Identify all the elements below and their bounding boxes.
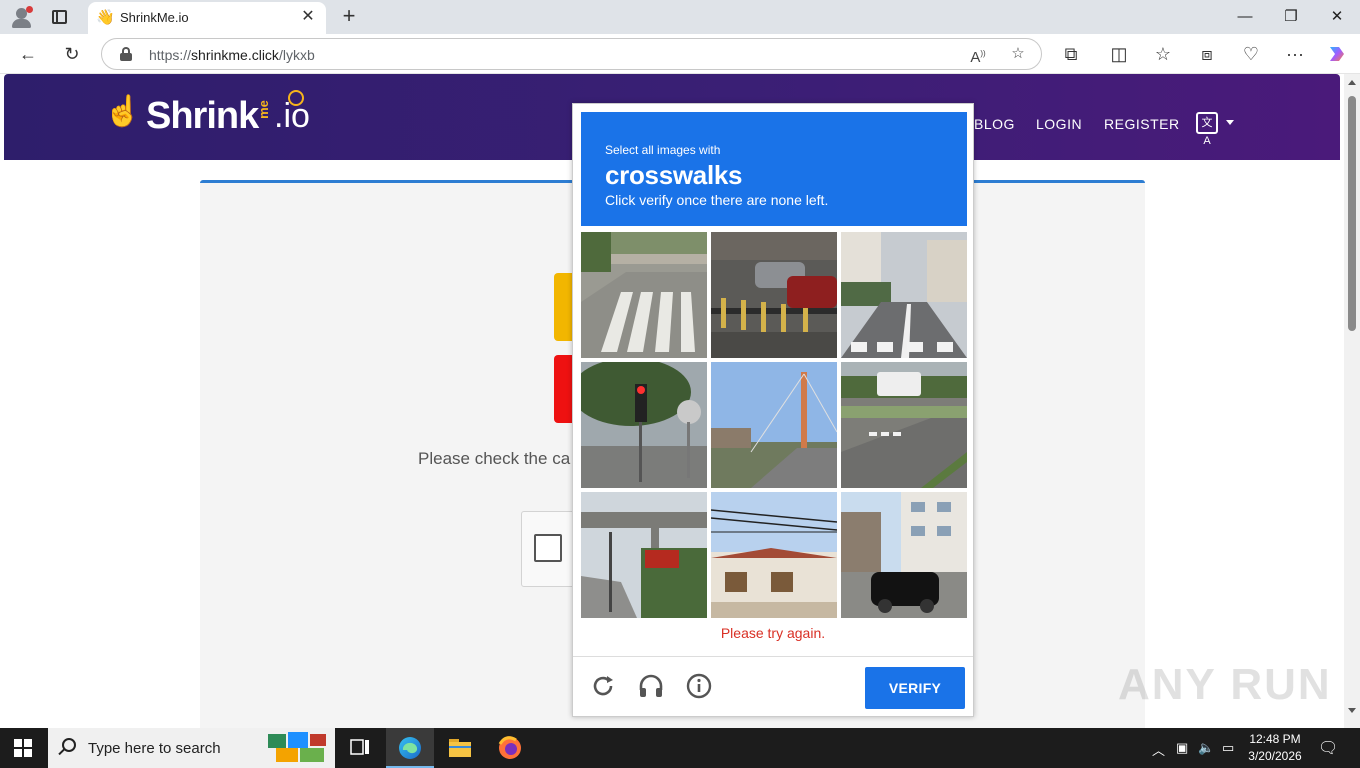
clock-date[interactable]: 3/20/2026: [1246, 749, 1304, 763]
url-text: https://shrinkme.click/lykxb: [149, 47, 315, 63]
minimize-icon[interactable]: —: [1222, 4, 1268, 30]
recaptcha-checkbox[interactable]: [534, 534, 562, 562]
search-placeholder: Type here to search: [88, 740, 221, 757]
extensions-icon[interactable]: ⧉: [1057, 40, 1085, 68]
chevron-up-icon[interactable]: ︿: [1152, 740, 1165, 759]
tab-close-icon[interactable]: ✕: [298, 7, 318, 27]
captcha-header: Select all images with crosswalks Click …: [581, 112, 967, 226]
captcha-tile-1[interactable]: [581, 232, 707, 358]
profile-icon[interactable]: [10, 6, 34, 28]
page-scrollbar[interactable]: [1344, 74, 1360, 728]
anyrun-watermark: ANY RUN: [1118, 660, 1332, 709]
browser-tab-bar: 👋 ShrinkMe.io ✕ + — ❐ ✕: [0, 0, 1360, 34]
search-icon: [62, 738, 76, 752]
captcha-tile-9[interactable]: [841, 492, 967, 618]
captcha-tile-5[interactable]: [711, 362, 837, 488]
firefox-icon[interactable]: [486, 728, 534, 768]
browser-tab[interactable]: 👋 ShrinkMe.io ✕: [88, 2, 326, 34]
check-captcha-text: Please check the ca: [418, 449, 571, 468]
search-highlight-icon: [268, 732, 328, 764]
captcha-tile-4[interactable]: [581, 362, 707, 488]
captcha-target: crosswalks: [605, 160, 743, 190]
pointing-hand-icon: ☝: [104, 95, 142, 128]
restore-icon[interactable]: ❐: [1268, 4, 1314, 30]
taskbar-search-box[interactable]: Type here to search: [48, 728, 335, 768]
windows-start-icon[interactable]: [14, 739, 32, 757]
captcha-tile-6[interactable]: [841, 362, 967, 488]
new-tab-icon[interactable]: +: [338, 4, 360, 28]
nav-blog-link[interactable]: BLOG: [974, 116, 1015, 132]
favorites-icon[interactable]: ☆: [1149, 40, 1177, 68]
split-screen-icon[interactable]: ◫: [1105, 40, 1133, 68]
network-icon[interactable]: ▭: [1222, 740, 1234, 756]
collections-icon[interactable]: ⧈: [1193, 40, 1221, 68]
tab-actions-icon[interactable]: [52, 10, 67, 24]
info-icon[interactable]: [685, 672, 713, 700]
captcha-error-message: Please try again.: [720, 625, 826, 641]
nav-login-link[interactable]: LOGIN: [1036, 116, 1082, 132]
verify-button[interactable]: VERIFY: [865, 667, 965, 709]
copilot-icon[interactable]: [1323, 40, 1351, 68]
captcha-instruction: Select all images with: [605, 143, 721, 157]
headphones-audio-icon[interactable]: [637, 672, 665, 700]
lock-icon[interactable]: [120, 47, 132, 61]
chevron-down-icon[interactable]: [1226, 120, 1234, 125]
logo-ring-icon: [288, 90, 304, 106]
meet-now-icon[interactable]: ▣: [1176, 740, 1188, 756]
language-icon[interactable]: 文A: [1196, 112, 1218, 147]
volume-icon[interactable]: 🔈: [1198, 740, 1214, 756]
captcha-tile-2[interactable]: [711, 232, 837, 358]
favorite-star-icon[interactable]: ☆: [1006, 43, 1030, 65]
windows-taskbar: Type here to search ︿ ▣ 🔈 ▭ 12:48 PM 3/2…: [0, 728, 1360, 768]
notifications-icon[interactable]: 🗨: [1318, 738, 1338, 758]
captcha-tile-3[interactable]: [841, 232, 967, 358]
scroll-down-icon[interactable]: [1348, 708, 1356, 713]
browser-essentials-icon[interactable]: ♡: [1237, 40, 1265, 68]
address-bar[interactable]: https://shrinkme.click/lykxb A)) ☆: [101, 38, 1042, 70]
task-view-icon[interactable]: [336, 728, 384, 768]
clock-time[interactable]: 12:48 PM: [1246, 732, 1304, 746]
read-aloud-icon[interactable]: A)): [966, 43, 990, 66]
more-menu-icon[interactable]: ···: [1281, 40, 1309, 68]
captcha-tile-7[interactable]: [581, 492, 707, 618]
browser-toolbar: ← ↻ https://shrinkme.click/lykxb A)) ☆ ⧉…: [0, 34, 1360, 74]
nav-register-link[interactable]: REGISTER: [1104, 116, 1180, 132]
scroll-up-icon[interactable]: [1348, 80, 1356, 85]
captcha-footer: VERIFY: [573, 656, 973, 718]
refresh-icon[interactable]: ↻: [58, 40, 86, 68]
captcha-subinstruction: Click verify once there are none left.: [605, 192, 829, 208]
edge-browser-icon[interactable]: [386, 728, 434, 768]
captcha-challenge: Select all images with crosswalks Click …: [572, 103, 974, 717]
reload-icon[interactable]: [589, 672, 617, 700]
scrollbar-thumb[interactable]: [1348, 96, 1356, 331]
tab-title: ShrinkMe.io: [120, 10, 189, 25]
back-arrow-icon[interactable]: ←: [14, 40, 42, 68]
captcha-tile-8[interactable]: [711, 492, 837, 618]
close-window-icon[interactable]: ✕: [1314, 4, 1360, 30]
file-explorer-icon[interactable]: [436, 728, 484, 768]
hand-favicon-icon: 👋: [96, 9, 115, 26]
